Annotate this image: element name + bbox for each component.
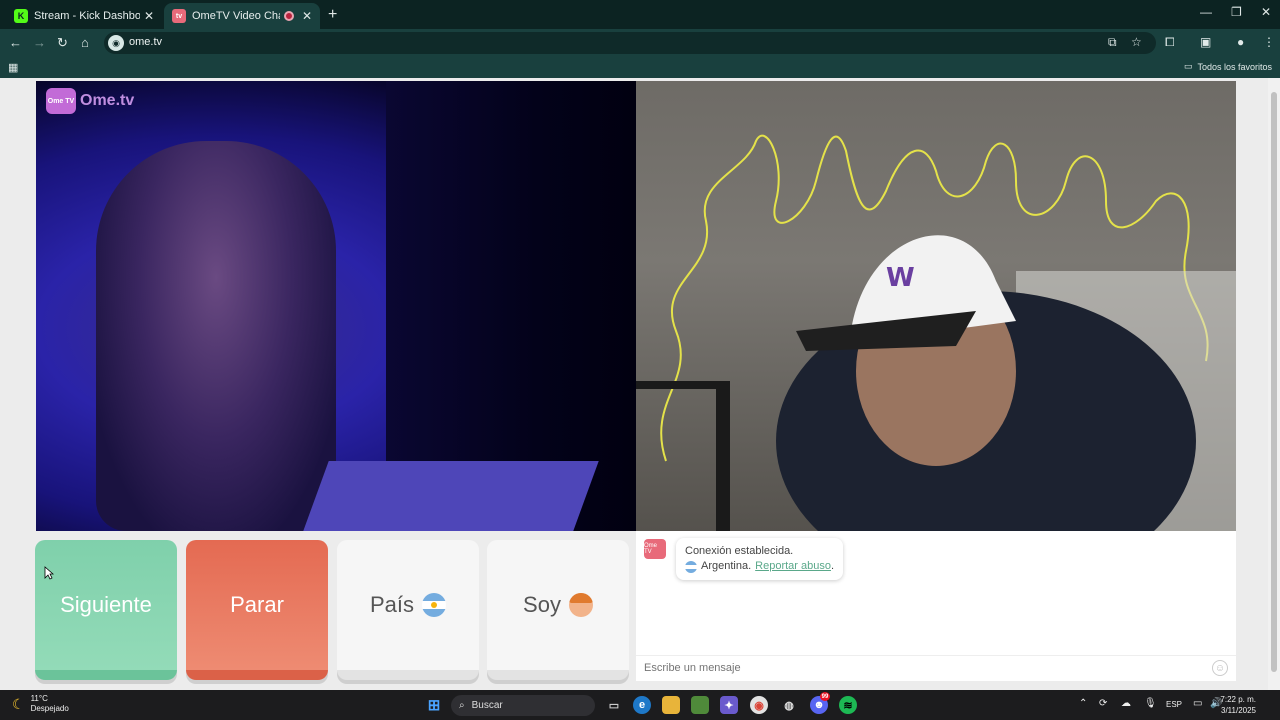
search-label: Buscar	[471, 700, 503, 711]
tab-strip: K Stream - Kick Dashboard ✕ tv OmeTV Vid…	[0, 0, 1280, 29]
next-button[interactable]: Siguiente	[35, 540, 177, 680]
ometv-page: Ome TV Ome.tv W Siguiente Parar País Soy…	[0, 78, 1280, 690]
tv-logo-icon: Ome TV	[46, 88, 76, 114]
country-button[interactable]: País	[337, 540, 479, 680]
gender-button[interactable]: Soy	[487, 540, 629, 680]
weather-desc: Despejado	[30, 704, 69, 713]
clock-date: 3/11/2025	[1221, 706, 1256, 715]
search-icon: ⌕	[459, 700, 465, 711]
tab-kick-dashboard[interactable]: K Stream - Kick Dashboard ✕	[6, 3, 162, 29]
copilot-icon[interactable]: ✦	[720, 696, 738, 714]
tray-chevron-icon[interactable]: ⌃	[1079, 698, 1087, 709]
tab-title: Stream - Kick Dashboard	[34, 10, 140, 22]
page-scrollbar[interactable]	[1268, 78, 1280, 690]
weather-temp: 11°C	[30, 694, 48, 703]
cap-logo: W	[886, 263, 915, 293]
kick-icon: K	[14, 9, 28, 23]
mic-arm	[636, 381, 716, 389]
tab-ometv[interactable]: tv OmeTV Video Chat — Omeg ✕	[164, 3, 320, 29]
report-abuse-link[interactable]: Reportar abuso	[755, 560, 831, 572]
stop-button[interactable]: Parar	[186, 540, 328, 680]
message-input[interactable]	[636, 656, 1196, 680]
bookmark-star-icon[interactable]: ☆	[1131, 35, 1142, 49]
edge-icon[interactable]: e	[633, 696, 651, 714]
url-text[interactable]: ome.tv	[129, 36, 162, 48]
maximize-icon[interactable]: ❐	[1231, 5, 1242, 19]
local-video: Ome TV Ome.tv	[36, 81, 636, 531]
extensions-icon[interactable]: ⧠	[1165, 35, 1175, 50]
microphone-icon[interactable]: 🎙	[1144, 698, 1157, 709]
remote-video-scene: W	[636, 134, 1236, 531]
stop-label: Parar	[230, 592, 284, 617]
language-indicator[interactable]: ESP	[1166, 700, 1182, 709]
browser-toolbar: ← → ↻ ⌂ ◉ ome.tv ⧉ ☆ ⧠ ▣ ● ⋮	[0, 29, 1280, 57]
moon-icon: ☾	[12, 696, 25, 712]
all-bookmarks[interactable]: ▭ Todos los favoritos	[1184, 61, 1272, 72]
emoji-icon[interactable]: ☺	[1212, 660, 1228, 676]
chat-panel: Ome TV Conexión establecida. Argentina. …	[636, 531, 1236, 681]
report-suffix: .	[830, 560, 835, 572]
menu-icon[interactable]: ⋮	[1263, 35, 1275, 49]
desk-surface	[303, 461, 599, 531]
recording-indicator-icon	[283, 11, 294, 21]
close-window-icon[interactable]: ✕	[1261, 5, 1271, 19]
message-input-area: ☺	[636, 655, 1236, 681]
close-tab-icon[interactable]: ✕	[144, 9, 154, 23]
ometv-icon: tv	[172, 9, 186, 23]
argentina-flag-icon	[685, 560, 697, 573]
clock[interactable]: 7:22 p. m. 3/11/2025	[1220, 694, 1256, 716]
ometv-chat-icon: Ome TV	[644, 539, 666, 559]
network-icon[interactable]: ▭	[1193, 698, 1202, 709]
taskbar-search[interactable]: ⌕ Buscar	[451, 695, 595, 716]
connection-status: Conexión establecida.	[685, 545, 794, 557]
minimize-icon[interactable]: —	[1200, 5, 1212, 19]
argentina-flag-icon	[422, 593, 447, 617]
gender-label: Soy	[523, 592, 561, 617]
ometv-logo: Ome TV Ome.tv	[46, 88, 134, 114]
mic-stand	[716, 381, 730, 531]
github-icon[interactable]: ◍	[780, 696, 798, 714]
windows-taskbar: ☾ 11°C Despejado ⊞ ⌕ Buscar ▭ e ✦ ◉ ◍ ☻ …	[0, 690, 1280, 720]
address-bar[interactable]: ◉ ome.tv ⧉ ☆	[104, 32, 1156, 54]
forward-icon[interactable]: →	[33, 35, 46, 50]
system-message: Conexión establecida. Argentina. Reporta…	[676, 538, 844, 580]
side-panel-icon[interactable]: ▣	[1200, 35, 1211, 49]
next-label: Siguiente	[60, 592, 152, 617]
notification-badge: 99	[820, 692, 830, 701]
windows-start-icon[interactable]: ⊞	[425, 696, 443, 714]
logo-text: Ome.tv	[80, 92, 135, 109]
country-label: País	[369, 592, 415, 617]
folder-icon: ▭	[1183, 61, 1193, 71]
partner-country: Argentina.	[701, 560, 752, 572]
bookmarks-bar: ▦ ▭ Todos los favoritos	[0, 57, 1280, 78]
spotify-icon[interactable]: ≋	[839, 696, 857, 714]
site-info-icon[interactable]: ◉	[108, 35, 124, 51]
remote-video: W	[636, 81, 1236, 531]
weather-widget[interactable]: ☾ 11°C Despejado	[12, 694, 69, 714]
boy-emoji-icon	[568, 593, 593, 617]
all-bookmarks-label: Todos los favoritos	[1197, 61, 1272, 72]
back-icon[interactable]: ←	[9, 35, 22, 50]
chrome-icon[interactable]: ◉	[750, 696, 768, 714]
cloud-icon[interactable]: ☁	[1121, 698, 1131, 709]
file-explorer-icon[interactable]	[662, 696, 680, 714]
profile-icon[interactable]: ●	[1237, 35, 1244, 49]
clock-time: 7:22 p. m.	[1220, 695, 1256, 704]
task-view-icon[interactable]: ▭	[605, 696, 623, 714]
reload-icon[interactable]: ↻	[57, 35, 68, 51]
minecraft-icon[interactable]	[691, 696, 709, 714]
home-icon[interactable]: ⌂	[81, 35, 89, 50]
apps-grid-icon[interactable]: ▦	[8, 61, 18, 74]
sync-icon[interactable]: ⟳	[1099, 698, 1107, 709]
new-tab-icon[interactable]: +	[328, 6, 337, 24]
scrollbar-thumb[interactable]	[1271, 92, 1277, 672]
close-tab-icon[interactable]: ✕	[302, 9, 312, 23]
install-app-icon[interactable]: ⧉	[1108, 35, 1117, 50]
local-person	[96, 141, 336, 531]
mouse-cursor-icon	[44, 566, 54, 580]
tab-title: OmeTV Video Chat — Omeg	[192, 10, 280, 22]
